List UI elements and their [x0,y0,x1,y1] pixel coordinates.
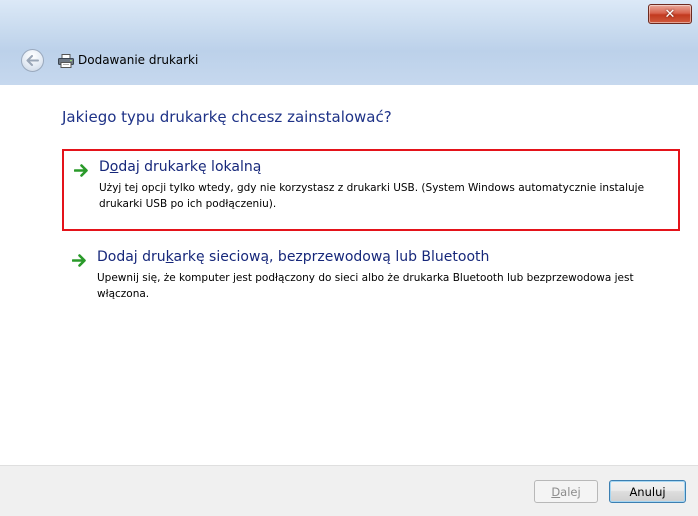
access-key: k [165,249,174,265]
page-heading: Jakiego typu drukarkę chcesz zainstalowa… [62,108,392,126]
cancel-button[interactable]: Anuluj [609,480,686,503]
wizard-footer: Dalej Anuluj [0,465,698,516]
printer-icon [58,54,74,68]
option-description: Upewnij się, że komputer jest podłączony… [97,272,634,300]
wizard-title: Dodawanie drukarki [78,53,199,67]
back-button[interactable] [21,49,44,72]
next-button[interactable]: Dalej [534,480,598,503]
option-title-part: D [99,159,110,175]
green-arrow-icon [74,164,88,177]
option-add-network-printer[interactable]: Dodaj drukarkę sieciową, bezprzewodową l… [62,243,680,333]
option-title-part: daj drukarkę lokalną [118,159,262,175]
green-arrow-icon [72,254,86,267]
title-bar: ✕ Dodawanie drukarki [0,0,698,85]
add-printer-window: ✕ Dodawanie drukarki Jakiego typu drukar… [0,0,698,516]
close-button[interactable]: ✕ [648,4,692,24]
access-key: D [551,484,561,499]
close-icon: ✕ [664,6,676,22]
option-description: Użyj tej opcji tylko wtedy, gdy nie korz… [99,182,645,210]
wizard-content: Jakiego typu drukarkę chcesz zainstalowa… [0,85,698,465]
option-title-part: Dodaj dru [97,249,166,265]
next-button-label: alej [560,484,581,499]
option-title-part: arkę sieciową, bezprzewodową lub Bluetoo… [173,249,490,265]
back-arrow-icon [26,55,39,66]
option-title: Dodaj drukarkę lokalną [99,159,261,175]
option-title: Dodaj drukarkę sieciową, bezprzewodową l… [97,249,489,265]
option-add-local-printer[interactable]: Dodaj drukarkę lokalną Użyj tej opcji ty… [62,149,680,231]
